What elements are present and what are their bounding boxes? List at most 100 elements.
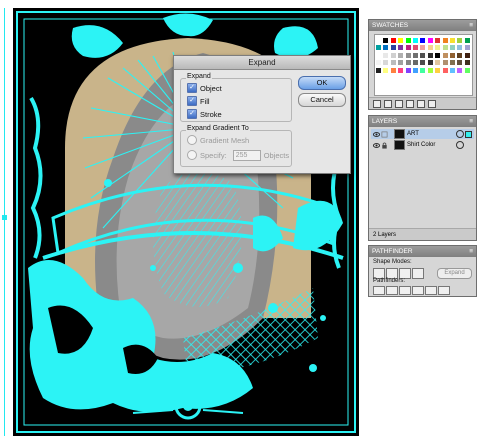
color-swatch[interactable] xyxy=(456,59,464,67)
specify-row[interactable]: Specify: 255 Objects xyxy=(187,149,289,161)
new-color-group-icon[interactable] xyxy=(406,99,414,108)
color-swatch[interactable] xyxy=(375,37,382,44)
color-swatch[interactable] xyxy=(434,51,442,59)
specify-objects-input[interactable]: 255 xyxy=(232,149,261,161)
cancel-button[interactable]: Cancel xyxy=(298,93,346,107)
pathfinder-panel[interactable]: PATHFINDER ≡ Shape Modes: Expand Pathfin… xyxy=(368,245,477,297)
color-swatch[interactable] xyxy=(404,44,412,52)
color-swatch[interactable] xyxy=(419,59,427,67)
color-swatch[interactable] xyxy=(389,66,397,74)
color-swatch[interactable] xyxy=(404,59,412,67)
color-swatch[interactable] xyxy=(389,44,397,52)
color-swatch[interactable] xyxy=(441,37,449,44)
visibility-eye-icon[interactable] xyxy=(373,142,380,149)
swatches-panel[interactable]: SWATCHES ≡ xyxy=(368,19,477,110)
color-swatch[interactable] xyxy=(434,44,442,52)
layers-panel[interactable]: LAYERS ≡ ART Shirt Color 2 Layers xyxy=(368,115,477,241)
color-swatch[interactable] xyxy=(382,37,390,44)
color-swatch[interactable] xyxy=(463,37,471,44)
panel-menu-icon[interactable]: ≡ xyxy=(469,20,473,31)
swatch-libraries-icon[interactable] xyxy=(373,99,381,108)
color-swatch[interactable] xyxy=(375,51,382,59)
gradient-mesh-radio[interactable] xyxy=(187,135,197,145)
swatch-grid[interactable] xyxy=(374,34,473,96)
fill-checkbox[interactable]: ✓ xyxy=(187,96,197,106)
specify-radio[interactable] xyxy=(187,150,197,160)
color-swatch[interactable] xyxy=(389,37,397,44)
color-swatch[interactable] xyxy=(412,44,419,52)
color-swatch[interactable] xyxy=(382,59,390,67)
color-swatch[interactable] xyxy=(463,44,471,52)
color-swatch[interactable] xyxy=(456,51,464,59)
color-swatch[interactable] xyxy=(397,44,405,52)
stroke-checkbox[interactable]: ✓ xyxy=(187,109,197,119)
color-swatch[interactable] xyxy=(397,59,405,67)
object-checkbox-row[interactable]: ✓ Object xyxy=(187,83,222,93)
color-swatch[interactable] xyxy=(434,37,442,44)
color-swatch[interactable] xyxy=(382,51,390,59)
expand-dialog[interactable]: Expand Expand ✓ Object ✓ Fill ✓ Stroke E… xyxy=(173,55,351,174)
color-swatch[interactable] xyxy=(397,37,405,44)
color-swatch[interactable] xyxy=(426,66,434,74)
color-swatch[interactable] xyxy=(441,59,449,67)
color-swatch[interactable] xyxy=(375,59,382,67)
color-swatch[interactable] xyxy=(404,51,412,59)
divide-button[interactable] xyxy=(373,286,385,295)
color-swatch[interactable] xyxy=(449,51,456,59)
swatch-options-icon[interactable] xyxy=(395,99,403,108)
gradient-mesh-row[interactable]: Gradient Mesh xyxy=(187,135,249,145)
merge-button[interactable] xyxy=(399,286,411,295)
pathfinder-expand-button[interactable]: Expand xyxy=(437,268,472,279)
color-swatch[interactable] xyxy=(456,37,464,44)
lock-icon[interactable] xyxy=(381,141,388,149)
minus-back-button[interactable] xyxy=(438,286,450,295)
stroke-checkbox-row[interactable]: ✓ Stroke xyxy=(187,109,222,119)
color-swatch[interactable] xyxy=(419,37,427,44)
color-swatch[interactable] xyxy=(426,59,434,67)
fill-checkbox-row[interactable]: ✓ Fill xyxy=(187,96,210,106)
color-swatch[interactable] xyxy=(441,44,449,52)
color-swatch[interactable] xyxy=(404,66,412,74)
layer-row-shirt-color[interactable]: Shirt Color xyxy=(371,140,474,150)
color-swatch[interactable] xyxy=(412,59,419,67)
color-swatch[interactable] xyxy=(449,44,456,52)
color-swatch[interactable] xyxy=(375,66,382,74)
color-swatch[interactable] xyxy=(449,66,456,74)
color-swatch[interactable] xyxy=(389,59,397,67)
outline-button[interactable] xyxy=(425,286,437,295)
object-checkbox[interactable]: ✓ xyxy=(187,83,197,93)
color-swatch[interactable] xyxy=(441,66,449,74)
color-swatch[interactable] xyxy=(404,37,412,44)
selection-indicator-icon[interactable] xyxy=(465,130,472,138)
ok-button[interactable]: OK xyxy=(298,76,346,90)
lock-toggle-icon[interactable] xyxy=(381,131,388,138)
color-swatch[interactable] xyxy=(389,51,397,59)
color-swatch[interactable] xyxy=(426,37,434,44)
color-swatch[interactable] xyxy=(456,44,464,52)
layer-target-icon[interactable] xyxy=(456,141,464,149)
guide-handle[interactable] xyxy=(2,215,7,220)
new-swatch-icon[interactable] xyxy=(417,99,425,108)
color-swatch[interactable] xyxy=(434,59,442,67)
visibility-eye-icon[interactable] xyxy=(373,131,380,138)
color-swatch[interactable] xyxy=(456,66,464,74)
crop-button[interactable] xyxy=(412,286,424,295)
color-swatch[interactable] xyxy=(419,51,427,59)
color-swatch[interactable] xyxy=(463,51,471,59)
pathfinder-panel-tab[interactable]: PATHFINDER ≡ xyxy=(369,246,476,257)
color-swatch[interactable] xyxy=(412,66,419,74)
color-swatch[interactable] xyxy=(426,44,434,52)
color-swatch[interactable] xyxy=(412,51,419,59)
color-swatch[interactable] xyxy=(463,66,471,74)
delete-swatch-icon[interactable] xyxy=(428,99,436,108)
trim-button[interactable] xyxy=(386,286,398,295)
color-swatch[interactable] xyxy=(382,66,390,74)
layer-target-icon[interactable] xyxy=(456,130,464,138)
color-swatch[interactable] xyxy=(441,51,449,59)
canvas-area[interactable]: Expand Expand ✓ Object ✓ Fill ✓ Stroke E… xyxy=(0,0,365,442)
layer-name-art[interactable]: ART xyxy=(407,129,419,139)
swatches-panel-tab[interactable]: SWATCHES ≡ xyxy=(369,20,476,31)
color-swatch[interactable] xyxy=(375,44,382,52)
show-swatch-kinds-icon[interactable] xyxy=(384,99,392,108)
layer-row-art[interactable]: ART xyxy=(371,129,474,139)
